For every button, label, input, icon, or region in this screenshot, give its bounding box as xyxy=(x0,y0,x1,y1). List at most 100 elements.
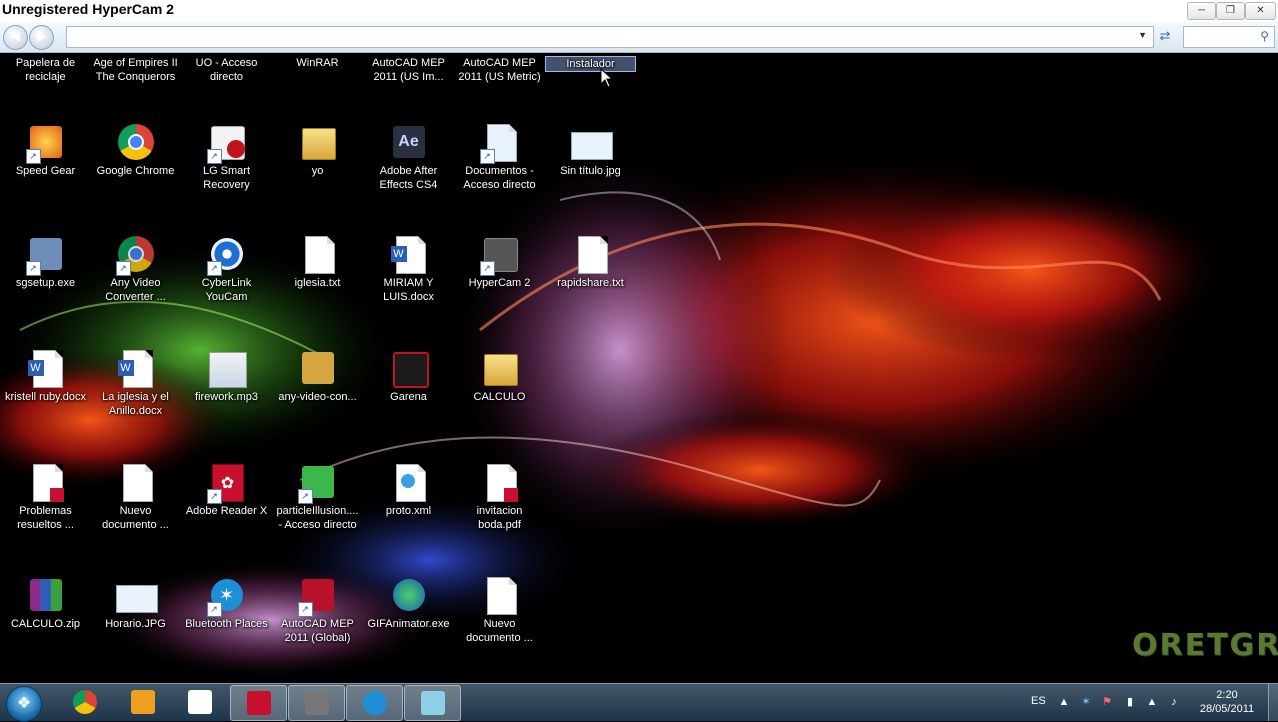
desktop-icon[interactable]: ↗ AutoCAD MEP 2011 (Global) xyxy=(272,573,363,645)
desktop-icon[interactable]: AutoCAD MEP 2011 (US Im... xyxy=(363,56,454,84)
watermark-logo: ORETGR xyxy=(1132,628,1278,663)
desktop-icon[interactable]: invitacion boda.pdf xyxy=(454,460,545,532)
setup-exe-icon: ↗ xyxy=(24,232,68,276)
text-file-icon xyxy=(296,232,340,276)
taskbar-button[interactable] xyxy=(115,685,170,719)
bluetooth-tray-icon[interactable]: ✶ xyxy=(1079,695,1093,709)
desktop-icon[interactable]: CALCULO.zip xyxy=(0,573,91,631)
desktop-icon[interactable]: ✶ ↗ Bluetooth Places xyxy=(181,573,272,631)
desktop-icon[interactable]: ↗ Documentos - Acceso directo xyxy=(454,120,545,192)
adobe-reader-icon: ✿ ↗ xyxy=(205,460,249,504)
desktop-icon[interactable]: Problemas resueltos ... xyxy=(0,460,91,532)
desktop-icon-label: GIFAnimator.exe xyxy=(367,618,450,630)
desktop-icon[interactable]: ↗ CyberLink YouCam xyxy=(181,232,272,304)
show-hidden-icons-icon[interactable]: ▲ xyxy=(1057,695,1071,709)
clock-date: 28/05/2011 xyxy=(1199,703,1255,715)
bluetooth-icon: ✶ ↗ xyxy=(205,573,249,617)
desktop-icon[interactable]: Papelera de reciclaje xyxy=(0,56,91,84)
maximize-button[interactable]: ❐ xyxy=(1216,2,1245,20)
network-signal-icon[interactable]: ▲ xyxy=(1145,695,1159,709)
taskbar-button[interactable] xyxy=(57,685,112,719)
desktop-icon[interactable]: firework.mp3 xyxy=(181,346,272,404)
show-desktop-button[interactable] xyxy=(1268,684,1278,721)
audio-file-icon xyxy=(205,346,249,390)
desktop-icon[interactable]: Google Chrome xyxy=(90,120,181,178)
desktop-icon[interactable]: rapidshare.txt xyxy=(545,232,636,290)
battery-icon[interactable]: ▮ xyxy=(1123,695,1137,709)
desktop-icon[interactable]: W La iglesia y el Anillo.docx xyxy=(90,346,181,418)
taskbar-button[interactable] xyxy=(172,685,227,719)
xml-file-icon xyxy=(387,460,431,504)
adobe-reader-icon xyxy=(247,691,271,715)
desktop-icon-label: Nuevo documento ... xyxy=(466,618,533,644)
desktop-icon[interactable]: yo xyxy=(272,120,363,178)
desktop-icon[interactable]: any-video-con... xyxy=(272,346,363,404)
desktop-icon[interactable]: Nuevo documento ... xyxy=(454,573,545,645)
taskbar-button[interactable] xyxy=(288,685,345,721)
gif-animator-icon xyxy=(387,573,431,617)
desktop-icon-label: CALCULO.zip xyxy=(10,618,81,630)
desktop-icon[interactable]: ✿ ↗ Adobe Reader X xyxy=(181,460,272,518)
windows-start-icon: ❖ xyxy=(16,695,32,712)
maximize-icon: ❐ xyxy=(1226,5,1235,16)
taskbar-button[interactable] xyxy=(230,685,287,721)
garena-icon xyxy=(387,346,431,390)
volume-icon[interactable]: ♪ xyxy=(1167,695,1181,709)
desktop-icon-label: Sin título.jpg xyxy=(560,165,621,177)
desktop-icon-label: Papelera de reciclaje xyxy=(15,57,76,83)
folder-icon xyxy=(296,120,340,164)
desktop-icon-label: HyperCam 2 xyxy=(468,277,531,289)
desktop-icon[interactable]: Garena xyxy=(363,346,454,404)
bluetooth-icon xyxy=(363,691,387,715)
desktop-icon[interactable]: CALCULO xyxy=(454,346,545,404)
desktop-icon[interactable]: ↗ particleIllusion.... - Acceso directo xyxy=(272,460,363,532)
text-file-icon xyxy=(114,460,158,504)
image-file-icon xyxy=(569,120,613,164)
desktop-icon[interactable]: Wkristell ruby.docx xyxy=(0,346,91,404)
desktop-icon[interactable]: W MIRIAM Y LUIS.docx xyxy=(363,232,454,304)
desktop-icon[interactable]: UO - Acceso directo xyxy=(181,56,272,84)
desktop-icon[interactable]: AutoCAD MEP 2011 (US Metric) xyxy=(454,56,545,84)
desktop-icon[interactable]: Age of Empires II The Conquerors xyxy=(90,56,181,84)
start-button[interactable]: ❖ xyxy=(6,686,42,722)
desktop-icon[interactable]: iglesia.txt xyxy=(272,232,363,290)
lg-recovery-icon: ↗ xyxy=(205,120,249,164)
action-center-icon[interactable]: ⚑ xyxy=(1100,695,1114,709)
desktop-icon[interactable]: ↗ sgsetup.exe xyxy=(0,232,91,290)
forward-button[interactable]: ▶ xyxy=(29,25,54,50)
back-button[interactable]: ◀ xyxy=(3,25,28,50)
address-dropdown-icon[interactable]: ▼ xyxy=(1138,30,1147,40)
mouse-cursor-icon xyxy=(600,68,614,88)
language-indicator[interactable]: ES xyxy=(1031,695,1046,707)
desktop-icon[interactable]: ↗ HyperCam 2 xyxy=(454,232,545,290)
close-button[interactable]: ✕ xyxy=(1245,2,1276,20)
desktop-icon[interactable]: proto.xml xyxy=(363,460,454,518)
desktop-icon-label: Any Video Converter ... xyxy=(105,277,166,303)
shortcut-arrow-icon: ↗ xyxy=(206,489,222,504)
desktop-icon[interactable]: Ae Adobe After Effects CS4 xyxy=(363,120,454,192)
taskbar-button[interactable] xyxy=(404,685,461,721)
desktop-icon[interactable]: Nuevo documento ... xyxy=(90,460,181,532)
refresh-icon: ⇄ xyxy=(1159,28,1171,43)
desktop-icon[interactable]: Sin título.jpg xyxy=(545,120,636,178)
desktop-icon[interactable]: ↗ LG Smart Recovery xyxy=(181,120,272,192)
search-input[interactable]: ⚲ xyxy=(1183,26,1275,48)
address-field[interactable]: ▼ xyxy=(66,26,1154,48)
desktop-icon[interactable]: Instalador xyxy=(545,56,636,72)
desktop-icon-label: CyberLink YouCam xyxy=(201,277,252,303)
refresh-button[interactable]: ⇄ xyxy=(1156,27,1174,45)
taskbar-button[interactable] xyxy=(346,685,403,721)
desktop-icon[interactable]: ↗ Speed Gear xyxy=(0,120,91,178)
desktop-icon-label: Nuevo documento ... xyxy=(102,505,169,531)
desktop-icon[interactable]: WinRAR xyxy=(272,56,363,70)
taskbar-clock[interactable]: 2:20 28/05/2011 xyxy=(1190,688,1264,716)
shortcut-arrow-icon: ↗ xyxy=(297,489,313,504)
hypercam-icon: ↗ xyxy=(478,232,522,276)
desktop-icon[interactable]: GIFAnimator.exe xyxy=(363,573,454,631)
desktop-icon[interactable]: ↗ Any Video Converter ... xyxy=(90,232,181,304)
desktop-icon[interactable]: Horario.JPG xyxy=(90,573,181,631)
shortcut-arrow-icon: ↗ xyxy=(25,261,41,276)
search-icon: ⚲ xyxy=(1260,29,1269,43)
minimize-button[interactable]: ─ xyxy=(1187,2,1216,20)
desktop-icon-label: Google Chrome xyxy=(96,165,175,177)
